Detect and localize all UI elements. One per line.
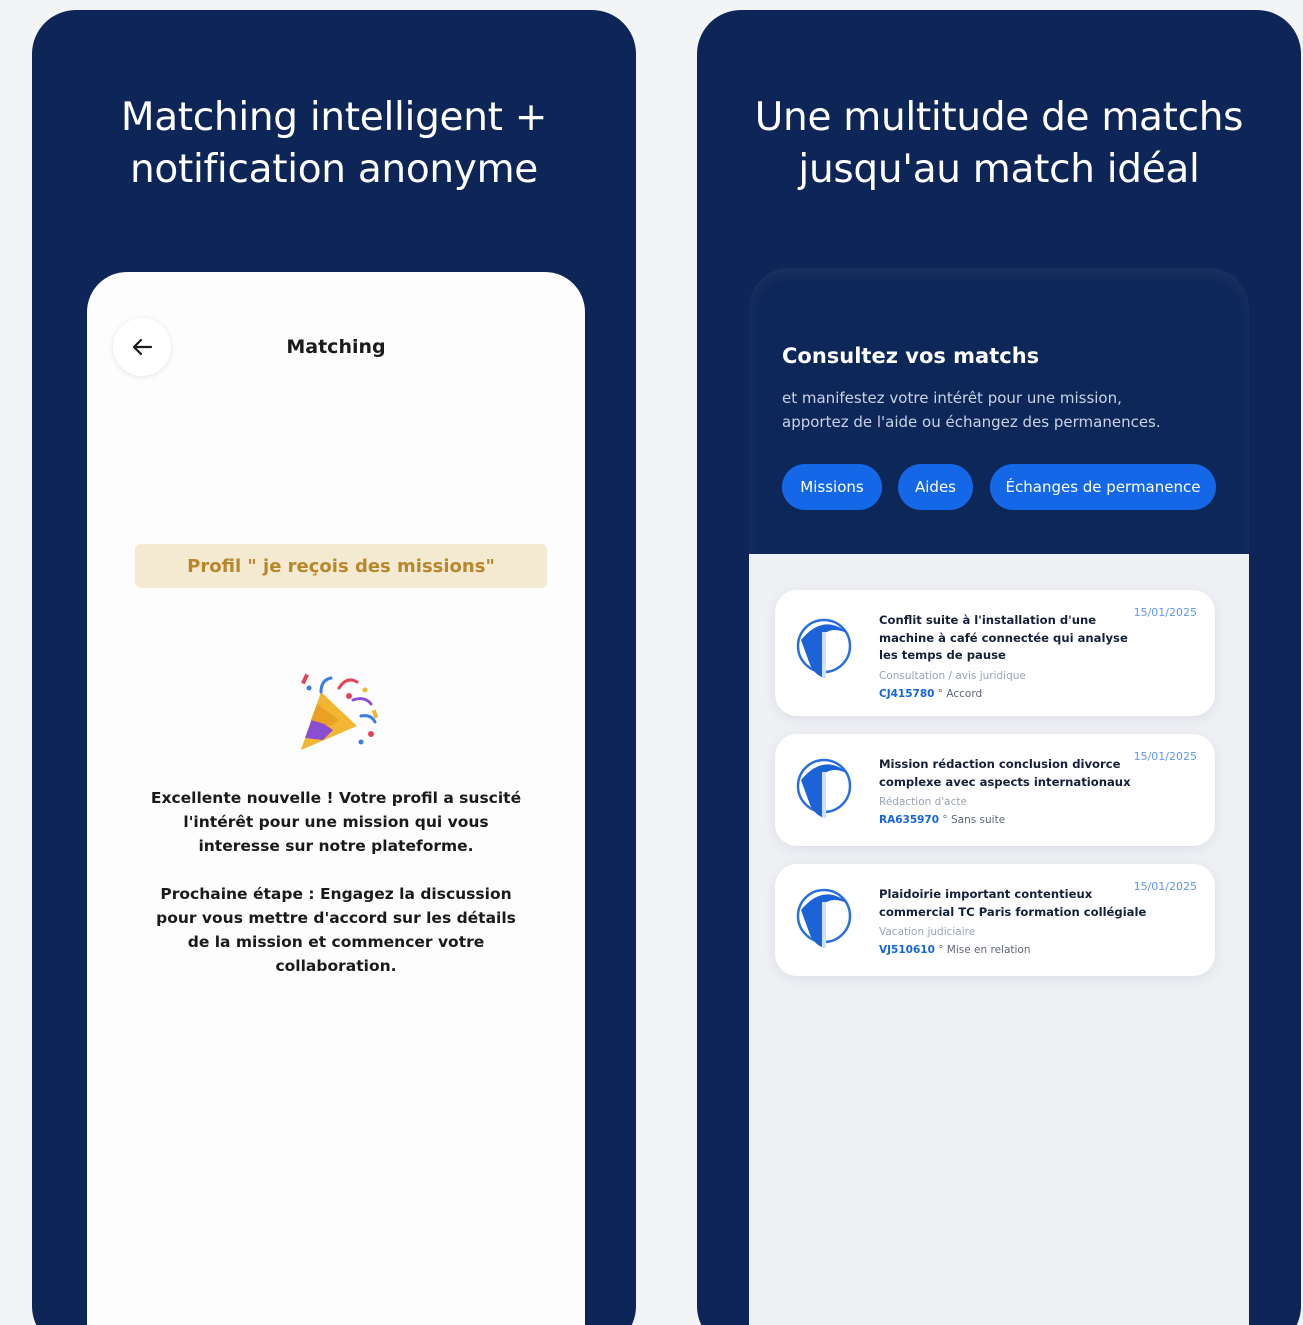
panel-headline: Matching intelligent + notification anon… xyxy=(32,92,636,196)
matches-list: Conflit suite à l'installation d'une mac… xyxy=(749,554,1249,1325)
card-status: ° Accord xyxy=(937,688,983,700)
screen-title: Matching xyxy=(286,336,386,358)
screen-subtitle: et manifestez votre intérêt pour une mis… xyxy=(782,386,1202,434)
screen-title: Consultez vos matchs xyxy=(782,344,1040,368)
card-category: Vacation judiciaire xyxy=(879,926,976,938)
card-title: Mission rédaction conclusion divorce com… xyxy=(879,757,1131,789)
card-reference-line: RA635970 ° Sans suite xyxy=(879,814,1005,826)
card-date: 15/01/2025 xyxy=(1133,880,1197,893)
success-message: Excellente nouvelle ! Votre profil a sus… xyxy=(150,789,522,855)
card-date: 15/01/2025 xyxy=(1133,750,1197,763)
card-category: Consultation / avis juridique xyxy=(879,670,1026,682)
subtitle-line-2: apportez de l'aide ou échangez des perma… xyxy=(782,413,1161,431)
app-logo-icon xyxy=(796,758,852,818)
card-title: Plaidoirie important contentieux commerc… xyxy=(879,887,1147,919)
chip-echanges-permanence[interactable]: Échanges de permanence xyxy=(990,464,1216,510)
card-date: 15/01/2025 xyxy=(1133,606,1197,619)
card-category: Rédaction d'acte xyxy=(879,796,967,808)
app-logo-icon xyxy=(796,618,852,678)
chip-aides[interactable]: Aides xyxy=(898,464,973,510)
phone-screen-matches: Consultez vos matchs et manifestez votre… xyxy=(749,268,1249,1325)
card-reference: VJ510610 xyxy=(879,944,935,956)
promo-panel-matching: Matching intelligent + notification anon… xyxy=(32,10,636,1325)
headline-line-1: Une multitude de matchs xyxy=(754,95,1244,140)
card-reference: RA635970 xyxy=(879,814,940,826)
card-status: ° Sans suite xyxy=(942,814,1006,826)
card-reference-line: CJ415780 ° Accord xyxy=(879,688,982,700)
headline-line-2: notification anonyme xyxy=(130,147,538,192)
next-step-message: Prochaine étape : Engagez la discussion … xyxy=(156,885,516,975)
card-reference: CJ415780 xyxy=(879,688,935,700)
profile-badge: Profil " je reçois des missions" xyxy=(135,544,547,588)
app-logo-icon xyxy=(796,888,852,948)
chip-missions[interactable]: Missions xyxy=(782,464,882,510)
party-popper-icon xyxy=(301,673,379,750)
match-card[interactable]: Mission rédaction conclusion divorce com… xyxy=(775,734,1215,846)
card-title: Conflit suite à l'installation d'une mac… xyxy=(879,613,1128,662)
match-card[interactable]: Plaidoirie important contentieux commerc… xyxy=(775,864,1215,976)
card-status: ° Mise en relation xyxy=(938,944,1031,956)
phone-screen-matching: Matching Profil " je reçois des missions… xyxy=(87,272,585,1325)
card-reference-line: VJ510610 ° Mise en relation xyxy=(879,944,1031,956)
match-card[interactable]: Conflit suite à l'installation d'une mac… xyxy=(775,590,1215,716)
panel-headline: Une multitude de matchs jusqu'au match i… xyxy=(697,92,1301,196)
headline-line-1: Matching intelligent + xyxy=(120,95,548,140)
headline-line-2: jusqu'au match idéal xyxy=(798,147,1200,192)
stage: Matching intelligent + notification anon… xyxy=(0,0,1303,1325)
subtitle-line-1: et manifestez votre intérêt pour une mis… xyxy=(782,389,1122,407)
promo-panel-matches: Une multitude de matchs jusqu'au match i… xyxy=(697,10,1301,1325)
